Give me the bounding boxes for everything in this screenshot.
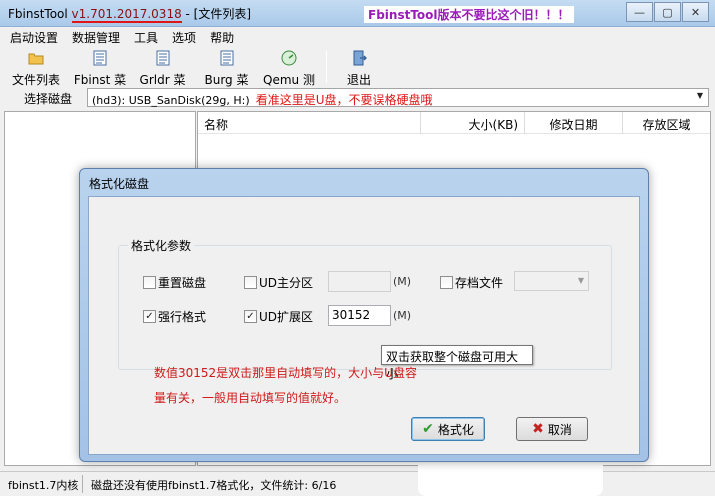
ud-primary-size-input[interactable] xyxy=(328,271,391,292)
disk-selected-value: (hd3): USB_SanDisk(29g, H:) xyxy=(92,94,250,107)
ud-extended-size-input[interactable]: 30152 xyxy=(328,305,391,326)
chevron-down-icon: ▼ xyxy=(577,276,584,285)
checkbox-checked-box[interactable]: ✓ xyxy=(143,310,156,323)
ud-primary-checkbox[interactable]: UD主分区 xyxy=(244,274,313,291)
group-label: 格式化参数 xyxy=(128,237,195,254)
menu-help[interactable]: 帮助 xyxy=(210,29,234,46)
burg-menu-button[interactable]: Burg 菜单 xyxy=(199,50,254,104)
checkbox-checked-box[interactable]: ✓ xyxy=(244,310,257,323)
document-icon xyxy=(220,50,233,66)
ud-extended-label: UD扩展区 xyxy=(259,310,314,324)
folder-icon xyxy=(28,53,44,65)
archive-file-label: 存档文件 xyxy=(455,276,504,290)
cancel-button-label: 取消 xyxy=(547,422,572,437)
exit-button[interactable]: 退出 xyxy=(340,50,378,87)
window-controls: — ▢ ✕ xyxy=(626,2,709,22)
format-button[interactable]: ✔ 格式化 xyxy=(411,417,485,441)
ud-primary-label: UD主分区 xyxy=(259,276,314,290)
menu-bar: 启动设置 数据管理 工具 选项 帮助 xyxy=(0,28,715,47)
title-prefix: FbinstTool xyxy=(8,7,72,21)
grldr-menu-button[interactable]: Grldr 菜单 xyxy=(135,50,190,104)
file-list-button[interactable]: 文件列表 xyxy=(10,50,62,87)
force-format-checkbox[interactable]: ✓ 强行格式 xyxy=(143,308,206,325)
column-header-storage[interactable]: 存放区域 xyxy=(623,112,710,134)
version-annotation: FbinstTool版本不要比这个旧！！！ xyxy=(364,6,574,23)
annotation-line-1: 数值30152是双击那里自动填写的，大小与U盘容 xyxy=(154,366,417,380)
format-disk-dialog: 格式化磁盘 格式化参数 重置磁盘 UD主分区 (M) 存档文件 ▼ ✓ 强行格式… xyxy=(79,168,649,462)
dialog-body: 格式化参数 重置磁盘 UD主分区 (M) 存档文件 ▼ ✓ 强行格式 ✓ UD扩… xyxy=(88,196,640,455)
format-button-label: 格式化 xyxy=(437,422,474,437)
title-bar: FbinstTool v1.701.2017.0318 - [文件列表] Fbi… xyxy=(0,0,715,27)
dialog-title: 格式化磁盘 xyxy=(89,177,150,191)
status-message: 磁盘还没有使用fbinst1.7格式化，文件统计: 6/16 xyxy=(91,479,337,492)
checkbox-box[interactable] xyxy=(143,276,156,289)
menu-tools[interactable]: 工具 xyxy=(134,29,158,46)
column-header-date[interactable]: 修改日期 xyxy=(525,112,623,134)
toolbar: 文件列表 Fbinst 菜单 Grldr 菜单 Burg 菜单 Qemu 测试 … xyxy=(0,47,715,104)
title-suffix: - [文件列表] xyxy=(181,7,252,21)
toolbar-separator xyxy=(326,51,327,83)
cancel-button[interactable]: ✖ 取消 xyxy=(516,417,588,441)
reset-disk-label: 重置磁盘 xyxy=(158,276,207,290)
minimize-button[interactable]: — xyxy=(626,2,653,22)
title-version: v1.701.2017.0318 xyxy=(71,7,182,23)
archive-file-combo[interactable]: ▼ xyxy=(514,271,589,291)
status-kernel: fbinst1.7内核 xyxy=(8,479,79,492)
checkmark-icon: ✔ xyxy=(422,421,434,437)
dropdown-arrow-icon[interactable]: ▼ xyxy=(694,91,706,104)
checkbox-box[interactable] xyxy=(440,276,453,289)
status-bar: fbinst1.7内核 磁盘还没有使用fbinst1.7格式化，文件统计: 6/… xyxy=(0,471,715,496)
force-format-label: 强行格式 xyxy=(158,310,207,324)
disk-dropdown[interactable]: (hd3): USB_SanDisk(29g, H:) 看准这里是U盘，不要误格硬… xyxy=(87,88,709,107)
column-header-size[interactable]: 大小(KB) xyxy=(421,112,525,134)
close-button[interactable]: ✕ xyxy=(682,2,709,22)
redaction-patch xyxy=(418,458,603,496)
ud-extended-checkbox[interactable]: ✓ UD扩展区 xyxy=(244,308,313,325)
menu-data-management[interactable]: 数据管理 xyxy=(72,29,120,46)
size-tooltip: 双击获取整个磁盘可用大小 xyxy=(381,345,533,381)
checkbox-box[interactable] xyxy=(244,276,257,289)
maximize-button[interactable]: ▢ xyxy=(654,2,681,22)
window-title: FbinstTool v1.701.2017.0318 - [文件列表] xyxy=(8,5,252,23)
status-separator xyxy=(82,475,83,493)
reset-disk-checkbox[interactable]: 重置磁盘 xyxy=(143,274,206,291)
archive-file-checkbox[interactable]: 存档文件 xyxy=(440,274,503,291)
exit-label: 退出 xyxy=(346,73,371,87)
gauge-icon xyxy=(281,50,297,66)
exit-door-icon xyxy=(353,50,367,66)
disk-select-label: 选择磁盘 xyxy=(24,92,73,106)
column-header-name[interactable]: 名称 xyxy=(198,112,421,134)
fbinst-menu-button[interactable]: Fbinst 菜单 xyxy=(70,50,130,104)
document-icon xyxy=(93,50,107,66)
disk-select-row: 选择磁盘 (hd3): USB_SanDisk(29g, H:) 看准这里是U盘，… xyxy=(0,87,715,109)
ud-primary-unit: (M) xyxy=(393,275,412,288)
annotation-line-2: 量有关，一般用自动填写的值就好。 xyxy=(154,391,347,405)
document-icon xyxy=(156,50,169,66)
menu-options[interactable]: 选项 xyxy=(172,29,196,46)
ud-extended-unit: (M) xyxy=(393,309,412,322)
qemu-test-button[interactable]: Qemu 测试 xyxy=(260,50,318,104)
file-list-label: 文件列表 xyxy=(11,73,60,87)
cross-icon: ✖ xyxy=(532,421,544,437)
disk-warning-annotation: 看准这里是U盘，不要误格硬盘哦 xyxy=(255,93,433,107)
menu-boot-settings[interactable]: 启动设置 xyxy=(10,29,58,46)
